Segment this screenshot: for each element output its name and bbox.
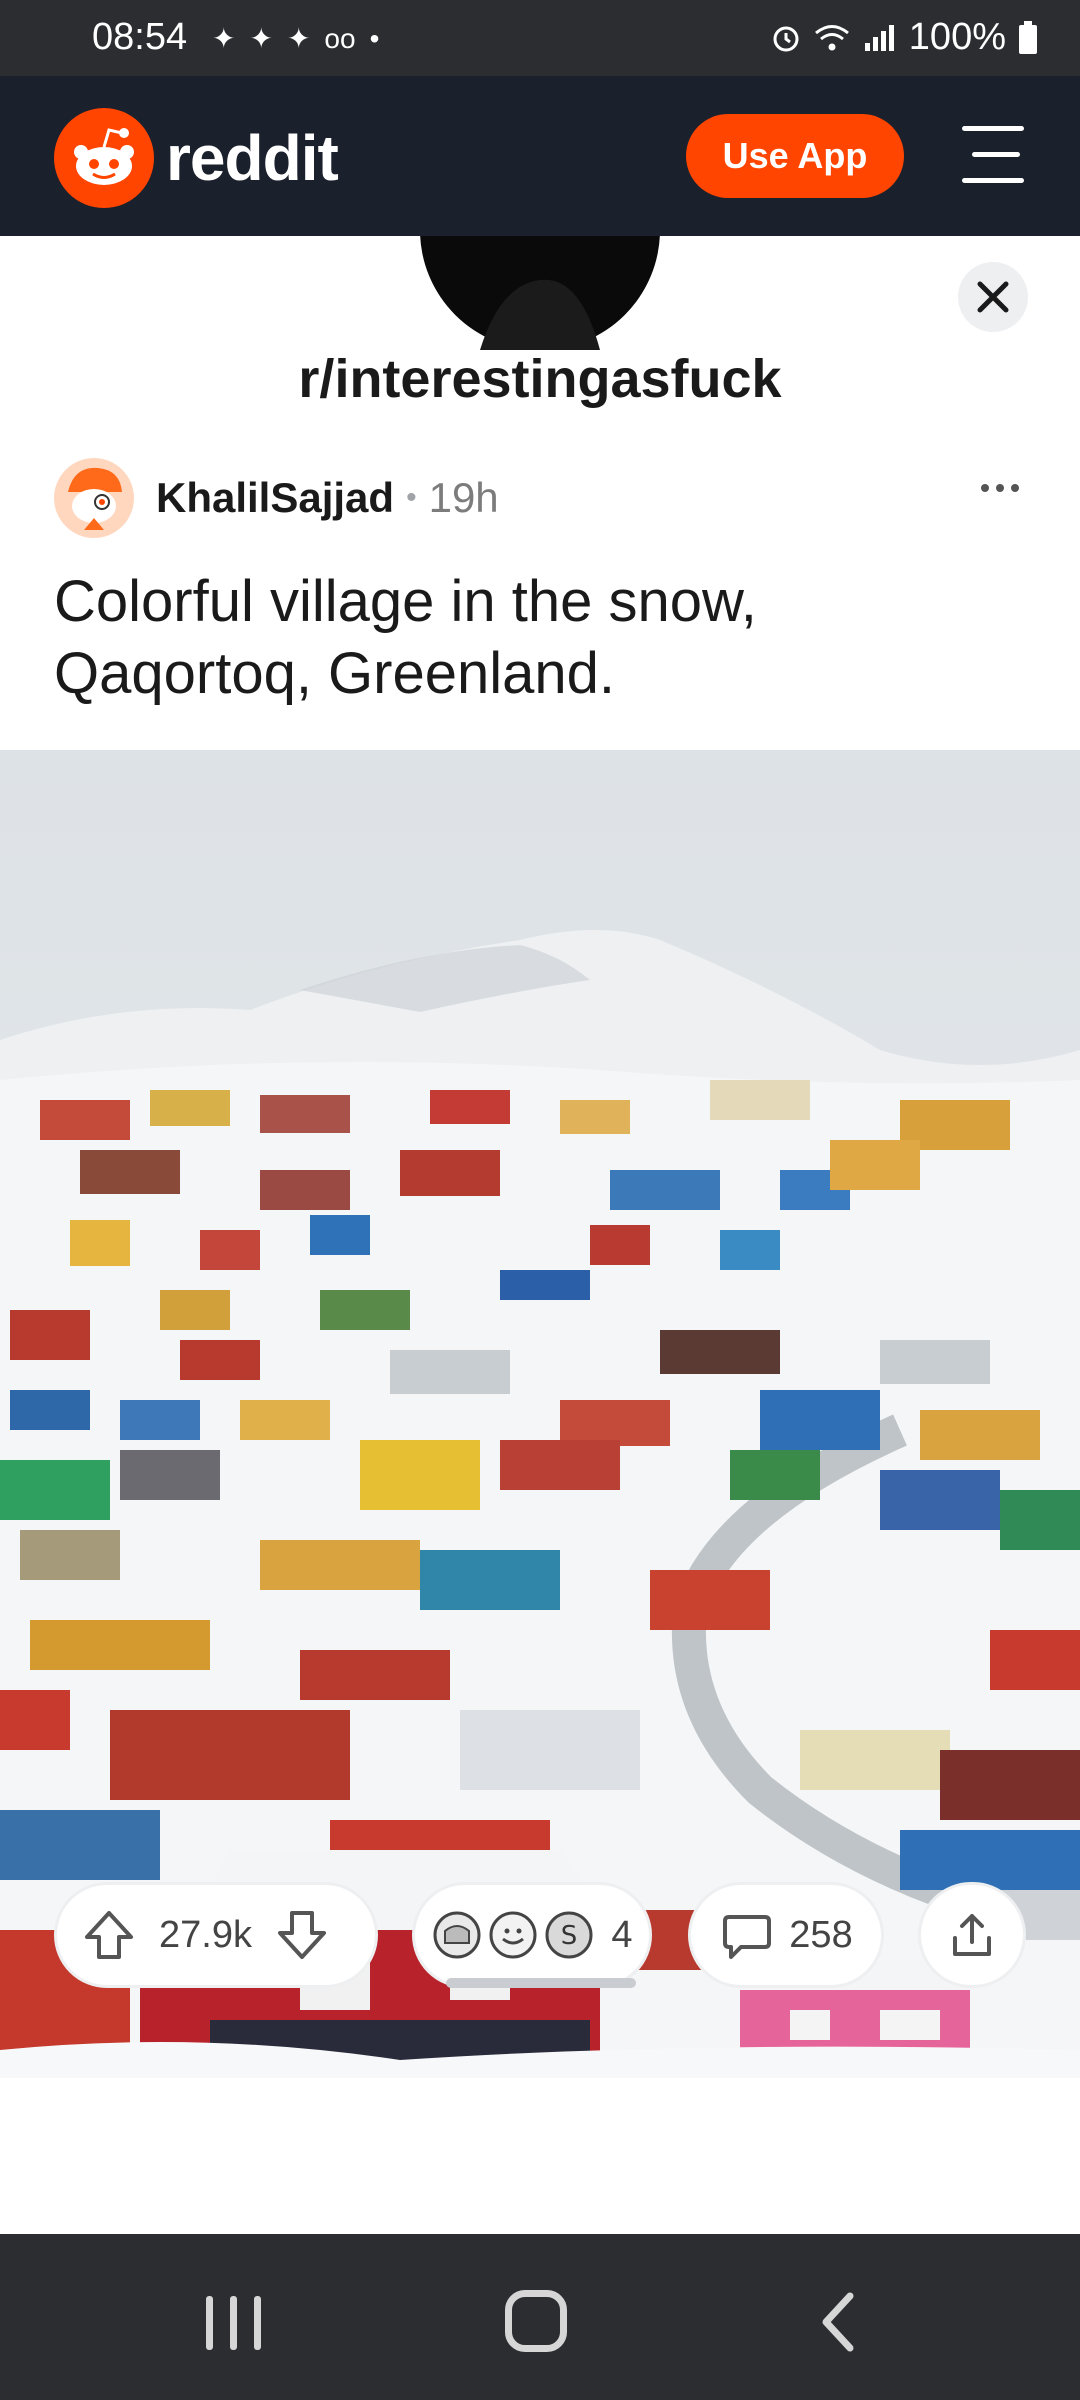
system-status: 100% [771, 16, 1038, 59]
notification-icons: ✦ ✦ ✦ ᴏᴏ • [212, 22, 379, 55]
awards-button[interactable]: S 4 [412, 1882, 652, 1988]
snoo-icon [54, 108, 154, 208]
upvote-icon[interactable] [81, 1907, 137, 1963]
home-icon[interactable] [505, 2290, 567, 2352]
battery-percent: 100% [908, 16, 1006, 58]
voicemail-icon: ᴏᴏ [324, 22, 356, 54]
author-avatar[interactable] [54, 458, 134, 538]
reddit-logo[interactable]: reddit [54, 108, 339, 208]
signal-icon [864, 24, 894, 51]
wifi-icon [814, 24, 849, 50]
battery-icon [1019, 20, 1037, 54]
use-app-button[interactable]: Use App [686, 114, 904, 198]
close-button[interactable] [958, 262, 1028, 332]
vote-control: 27.9k [54, 1882, 378, 1988]
post-actions: 27.9k S 4 258 [0, 1882, 1080, 1992]
dot-icon: • [369, 22, 380, 54]
award-face-icon [489, 1911, 537, 1959]
brand-name: reddit [166, 122, 339, 194]
downvote-icon[interactable] [274, 1907, 330, 1963]
award-count: 4 [611, 1913, 633, 1956]
comments-button[interactable]: 258 [688, 1882, 884, 1988]
vote-count: 27.9k [159, 1913, 252, 1956]
post-meta: KhalilSajjad • 19h [54, 458, 499, 538]
system-nav-bar [0, 2234, 1080, 2400]
post-age: 19h [428, 474, 499, 521]
share-button[interactable] [918, 1882, 1026, 1988]
awards-underline [446, 1978, 636, 1988]
comment-icon [723, 1915, 772, 1959]
meta-separator: • [406, 481, 417, 514]
svg-text:S: S [561, 1921, 578, 1951]
site-header: reddit Use App [0, 76, 1080, 236]
subreddit-name[interactable]: r/interestingasfuck [0, 348, 1080, 410]
post-title[interactable]: Colorful village in the snow, Qaqortoq, … [54, 566, 1014, 710]
share-icon [953, 1914, 991, 1956]
app-icon: ✦ [286, 23, 311, 54]
close-icon [977, 281, 1009, 313]
recents-icon[interactable] [206, 2296, 262, 2350]
hamburger-menu-icon[interactable] [958, 126, 1028, 186]
post-image[interactable] [0, 750, 1080, 2078]
award-fist-icon [433, 1911, 481, 1959]
comment-count: 258 [789, 1913, 853, 1956]
status-bar: 08:54 ✦ ✦ ✦ ᴏᴏ • 100% [0, 0, 1080, 76]
village-photo [0, 750, 1080, 2078]
app-icon: ✦ [212, 23, 236, 54]
award-silver-icon: S [545, 1911, 593, 1959]
subreddit-avatar[interactable] [420, 236, 660, 350]
author-name[interactable]: KhalilSajjad [156, 474, 394, 522]
alarm-icon [773, 26, 799, 51]
status-time: 08:54 [92, 16, 188, 58]
more-options-icon[interactable] [972, 468, 1028, 508]
back-icon[interactable] [818, 2292, 858, 2352]
app-icon: ✦ [249, 23, 273, 54]
